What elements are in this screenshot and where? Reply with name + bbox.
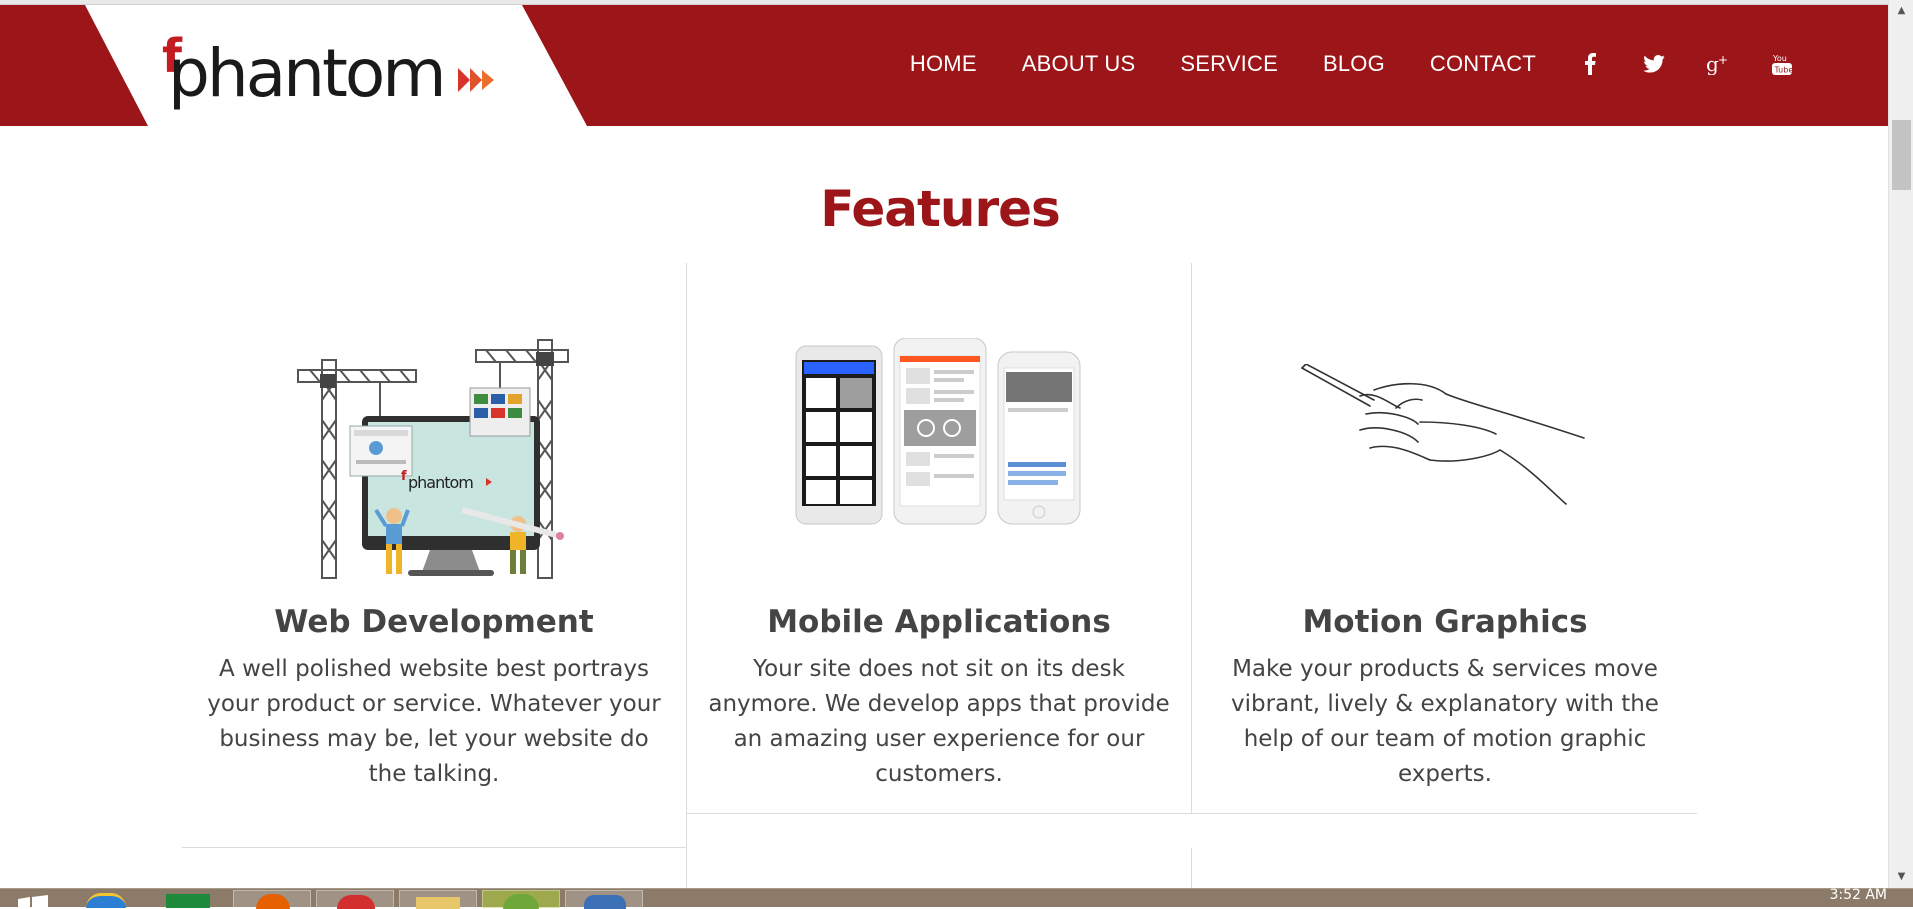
svg-text:+: + xyxy=(1718,53,1728,67)
grid-divider-3 xyxy=(1191,848,1192,888)
logo-arrows-icon xyxy=(458,68,494,92)
nav-about-us[interactable]: ABOUT US xyxy=(1022,51,1136,77)
feature-description: Make your products & services move vibra… xyxy=(1231,656,1659,787)
scroll-down-arrow-icon[interactable]: ▼ xyxy=(1889,866,1913,888)
taskbar-item-green-app[interactable] xyxy=(482,890,560,909)
nav-service[interactable]: SERVICE xyxy=(1180,51,1278,77)
facebook-icon[interactable] xyxy=(1578,52,1602,76)
social-links: g + You Tube xyxy=(1578,52,1794,76)
feature-description: A well polished website best portrays yo… xyxy=(207,656,661,787)
feature-title: Mobile Applications xyxy=(767,604,1111,640)
google-plus-icon[interactable]: g + xyxy=(1706,52,1730,76)
feature-description: Your site does not sit on its desk anymo… xyxy=(708,656,1170,787)
scroll-up-arrow-icon[interactable]: ▲ xyxy=(1889,0,1913,22)
grid-divider-row-left xyxy=(182,847,686,848)
nav-blog[interactable]: BLOG xyxy=(1323,51,1385,77)
taskbar-clock[interactable]: 3:52 AM xyxy=(1829,887,1887,903)
taskbar-item-app[interactable] xyxy=(565,890,643,909)
feature-card-web-development: Web Development A well polished website … xyxy=(184,604,684,792)
grid-divider-1 xyxy=(686,263,687,888)
youtube-icon[interactable]: You Tube xyxy=(1770,52,1794,76)
green-app-icon[interactable] xyxy=(166,894,210,908)
nav-home[interactable]: HOME xyxy=(910,51,977,77)
windows-taskbar: 3:52 AM xyxy=(0,887,1913,909)
web-development-illustration: phantom f xyxy=(297,339,569,579)
illustration-logo-text: phantom xyxy=(408,473,473,492)
logo-wordmark: phantom xyxy=(168,35,447,112)
mobile-applications-illustration xyxy=(795,338,1081,525)
svg-text:f: f xyxy=(401,469,407,484)
scroll-thumb[interactable] xyxy=(1892,120,1911,190)
taskbar-item-folder[interactable] xyxy=(399,890,477,909)
vertical-scrollbar[interactable]: ▲ ▼ xyxy=(1888,0,1913,888)
svg-text:You: You xyxy=(1772,54,1787,63)
feature-title: Motion Graphics xyxy=(1302,604,1588,640)
svg-text:Tube: Tube xyxy=(1774,66,1794,75)
feature-card-motion-graphics: Motion Graphics Make your products & ser… xyxy=(1196,604,1694,792)
browser-viewport: f phantom HOME ABOUT US SERVICE BLOG CON… xyxy=(0,0,1888,888)
brand-logo[interactable]: f phantom xyxy=(160,33,500,123)
grid-divider-row-right xyxy=(686,813,1697,814)
section-title: Features xyxy=(820,180,1061,238)
feature-title: Web Development xyxy=(274,604,594,640)
grid-divider-2 xyxy=(1191,263,1192,814)
nav-contact[interactable]: CONTACT xyxy=(1430,51,1536,77)
internet-explorer-icon[interactable] xyxy=(86,893,126,908)
taskbar-item-firefox[interactable] xyxy=(233,890,311,909)
site-header: f phantom HOME ABOUT US SERVICE BLOG CON… xyxy=(0,5,1888,126)
twitter-icon[interactable] xyxy=(1642,52,1666,76)
taskbar-item-red-app[interactable] xyxy=(316,890,394,909)
main-nav: HOME ABOUT US SERVICE BLOG CONTACT g + Yo… xyxy=(865,51,1794,77)
feature-card-mobile-applications: Mobile Applications Your site does not s… xyxy=(690,604,1188,792)
motion-graphics-illustration xyxy=(1301,364,1585,505)
